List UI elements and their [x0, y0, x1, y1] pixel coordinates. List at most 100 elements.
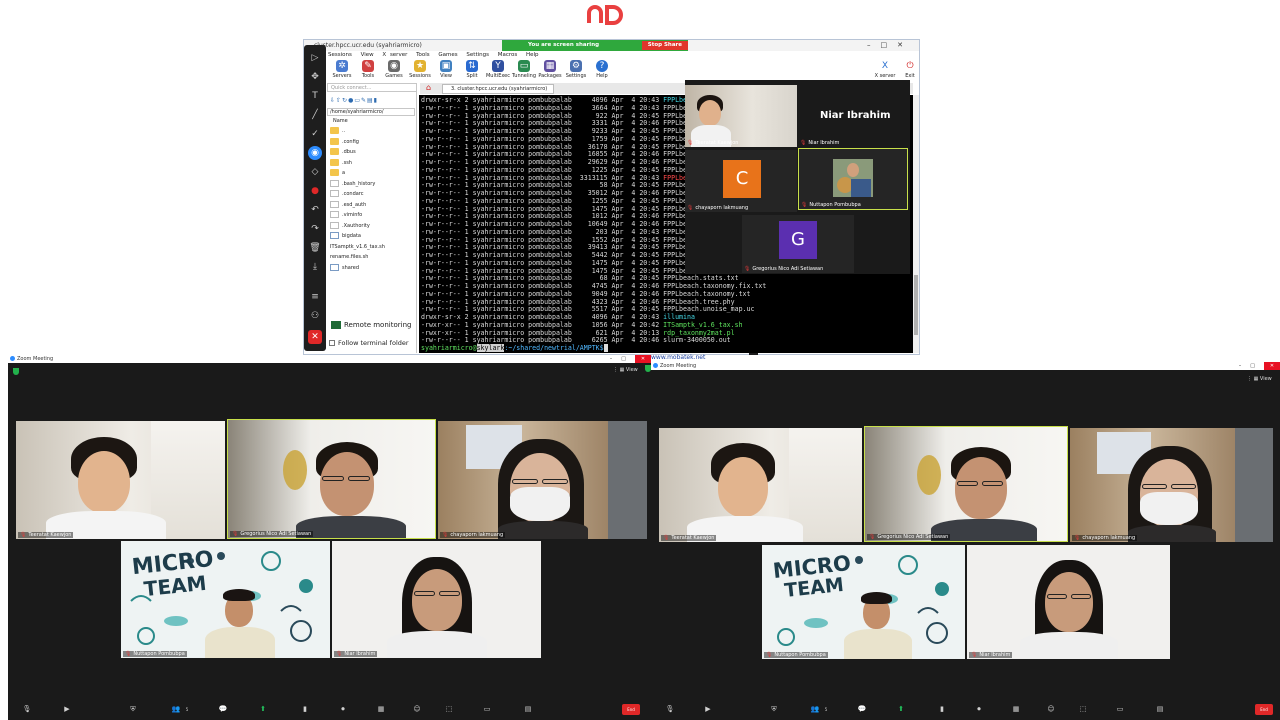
security-shield-icon[interactable] — [645, 365, 651, 372]
video-tile-niar[interactable]: 🎙 Niar Ibrahim — [332, 541, 541, 658]
spotlight-icon[interactable]: ◉ — [308, 146, 322, 160]
xserver-button[interactable]: XX server — [871, 60, 899, 79]
file-list-item[interactable]: bigdata — [330, 232, 361, 241]
breakout-icon[interactable]: ▦ — [376, 705, 386, 714]
eraser-icon[interactable]: ◇ — [308, 165, 322, 179]
menu-settings[interactable]: Settings — [466, 52, 489, 58]
packages-button[interactable]: ▦ Packages — [536, 60, 564, 79]
video-tile-gregorius[interactable]: 🎙 Gregorius Nico Adi Setiawan — [227, 419, 436, 539]
notes-icon[interactable]: ▤ — [1155, 705, 1165, 714]
tab-session[interactable]: 3. cluster.hpcc.ucr.edu (syahriarmicro) — [442, 84, 554, 94]
chat-icon[interactable]: 💬 — [857, 705, 867, 714]
menu-xserver[interactable]: X server — [382, 52, 407, 58]
help-button[interactable]: ? Help — [588, 60, 616, 79]
video-tile-chayaporn[interactable]: 🎙 chayaporn lakmuang — [438, 421, 647, 539]
reactions-icon[interactable]: ☺ — [412, 705, 422, 714]
security-icon[interactable]: ⛨ — [769, 705, 779, 714]
file-list-item[interactable]: rename.files.sh — [330, 253, 758, 355]
menu-games[interactable]: Games — [438, 52, 457, 58]
mobatek-url[interactable]: www.mobatek.net — [651, 354, 705, 361]
end-button[interactable]: End — [1255, 704, 1273, 715]
format-icon[interactable]: ● — [308, 184, 322, 198]
home-icon[interactable]: ⌂ — [426, 83, 431, 92]
file-list-item[interactable]: .bash_history — [330, 179, 375, 189]
menu-help[interactable]: Help — [526, 52, 539, 58]
share-screen-icon[interactable]: ⬆ — [258, 705, 268, 714]
settings-button[interactable]: ⚙ Settings — [562, 60, 590, 79]
mouse-icon[interactable]: ▷ — [308, 51, 322, 65]
scroll-thumb[interactable] — [914, 275, 918, 335]
redo-icon[interactable]: ↷ — [308, 222, 322, 236]
menu-sessions[interactable]: Sessions — [328, 52, 352, 58]
file-list-item[interactable]: .esd_auth — [330, 200, 366, 210]
file-list-item[interactable]: .. — [330, 127, 345, 136]
close-icon[interactable]: ✕ — [1264, 362, 1280, 370]
whiteboard-icon[interactable]: ▭ — [482, 705, 492, 714]
view-button[interactable]: ⋮ ▦ View — [1247, 376, 1272, 382]
file-list-item[interactable]: .Xauthority — [330, 221, 370, 231]
video-tile-teeratat[interactable]: 🎙 Teeratat Kaewjon — [659, 428, 862, 542]
tunneling-button[interactable]: ▭ Tunneling — [510, 60, 538, 79]
file-list-item[interactable]: a — [330, 169, 345, 178]
video-tile-chayaporn[interactable]: 🎙 chayaporn lakmuang — [1070, 428, 1273, 542]
games-button[interactable]: ◉ Games — [380, 60, 408, 79]
gallery-tile-gregorius[interactable]: G 🎙 Gregorius Nico Adi Setiawan — [742, 215, 854, 273]
servers-button[interactable]: ✲ Servers — [328, 60, 356, 79]
video-tile-niar[interactable]: 🎙 Niar Ibrahim — [967, 545, 1170, 659]
end-button[interactable]: End — [622, 704, 640, 715]
gallery-tile-chayaporn[interactable]: C 🎙 chayaporn lakmuang — [685, 150, 797, 212]
file-list-item[interactable]: .config — [330, 137, 359, 147]
window-controls[interactable]: –□✕ — [1239, 362, 1280, 370]
record-icon[interactable]: ⏺ — [974, 705, 984, 714]
share-screen-icon[interactable]: ⬆ — [896, 705, 906, 714]
multiexec-button[interactable]: Y MultiExec — [484, 60, 512, 79]
file-list-item[interactable]: ITSamptk_v1.6_tax.sh — [330, 243, 758, 345]
menu-view[interactable]: View — [361, 52, 374, 58]
menu-tools[interactable]: Tools — [416, 52, 430, 58]
remote-monitoring-button[interactable]: Remote monitoring — [331, 321, 411, 329]
close-icon[interactable]: ✕ — [635, 355, 651, 363]
exit-button[interactable]: ⏻ Exit — [896, 60, 919, 79]
stop-share-button[interactable]: Stop Share — [641, 41, 688, 50]
apps-icon[interactable]: ⬚ — [444, 705, 454, 714]
polls-icon[interactable]: ▮ — [937, 705, 947, 714]
split-button[interactable]: ⇅ Split — [458, 60, 486, 79]
gallery-tile-teeratat[interactable]: 🎙 Teeratat Kaewjon — [685, 85, 797, 147]
video-icon[interactable]: ▶ — [62, 705, 72, 714]
gallery-tile-nuttapon[interactable]: 🎙 Nuttapon Pombubpa — [798, 148, 908, 210]
select-icon[interactable]: ✥ — [308, 70, 322, 84]
terminal-scrollbar[interactable] — [913, 95, 919, 353]
notes-icon[interactable]: ▤ — [523, 705, 533, 714]
video-tile-gregorius[interactable]: 🎙 Gregorius Nico Adi Setiawan — [864, 426, 1068, 542]
file-list-item[interactable]: shared — [330, 263, 359, 273]
close-icon[interactable]: ✕ — [308, 330, 322, 344]
path-input[interactable]: /home/syahriarmicro/ — [327, 108, 415, 116]
polls-icon[interactable]: ▮ — [300, 705, 310, 714]
view-button[interactable]: ▣ View — [432, 60, 460, 79]
users-icon[interactable]: ⚇ — [308, 309, 322, 323]
tools-button[interactable]: ✎ Tools — [354, 60, 382, 79]
menu-macros[interactable]: Macros — [498, 52, 518, 58]
video-icon[interactable]: ▶ — [703, 705, 713, 714]
name-column-header[interactable]: Name — [333, 118, 348, 124]
window-controls[interactable]: –□✕ — [610, 355, 651, 363]
participants-icon[interactable]: 👥 — [810, 705, 820, 714]
video-tile-nuttapon[interactable]: MICRO TEAM 🎙 Nuttapon Pombubpa — [121, 541, 330, 658]
stamp-icon[interactable]: ✓ — [308, 127, 322, 141]
chat-icon[interactable]: 💬 — [218, 705, 228, 714]
video-tile-teeratat[interactable]: 🎙 Teeratat Kaewjon — [16, 421, 225, 539]
whiteboard-icon[interactable]: ▭ — [1115, 705, 1125, 714]
file-list-item[interactable]: .dbus — [330, 148, 356, 157]
file-list-item[interactable]: .viminfo — [330, 211, 362, 220]
sidebar-actions[interactable]: ⇩⇧↻●▭✎▤▮ — [330, 97, 378, 104]
file-list-item[interactable]: .condarc — [330, 190, 364, 199]
save-icon[interactable]: ⤓ — [308, 260, 322, 274]
file-list-item[interactable]: .ssh — [330, 158, 352, 168]
text-icon[interactable]: T — [308, 89, 322, 103]
window-controls[interactable]: –□✕ — [867, 40, 913, 51]
video-tile-nuttapon[interactable]: MICRO TEAM 🎙 Nuttapon Pombubpa — [762, 545, 965, 659]
clear-icon[interactable]: 🗑 — [308, 241, 322, 255]
quick-connect-input[interactable]: Quick connect... — [327, 83, 417, 92]
draw-icon[interactable]: ╱ — [308, 108, 322, 122]
security-shield-icon[interactable] — [13, 368, 19, 375]
